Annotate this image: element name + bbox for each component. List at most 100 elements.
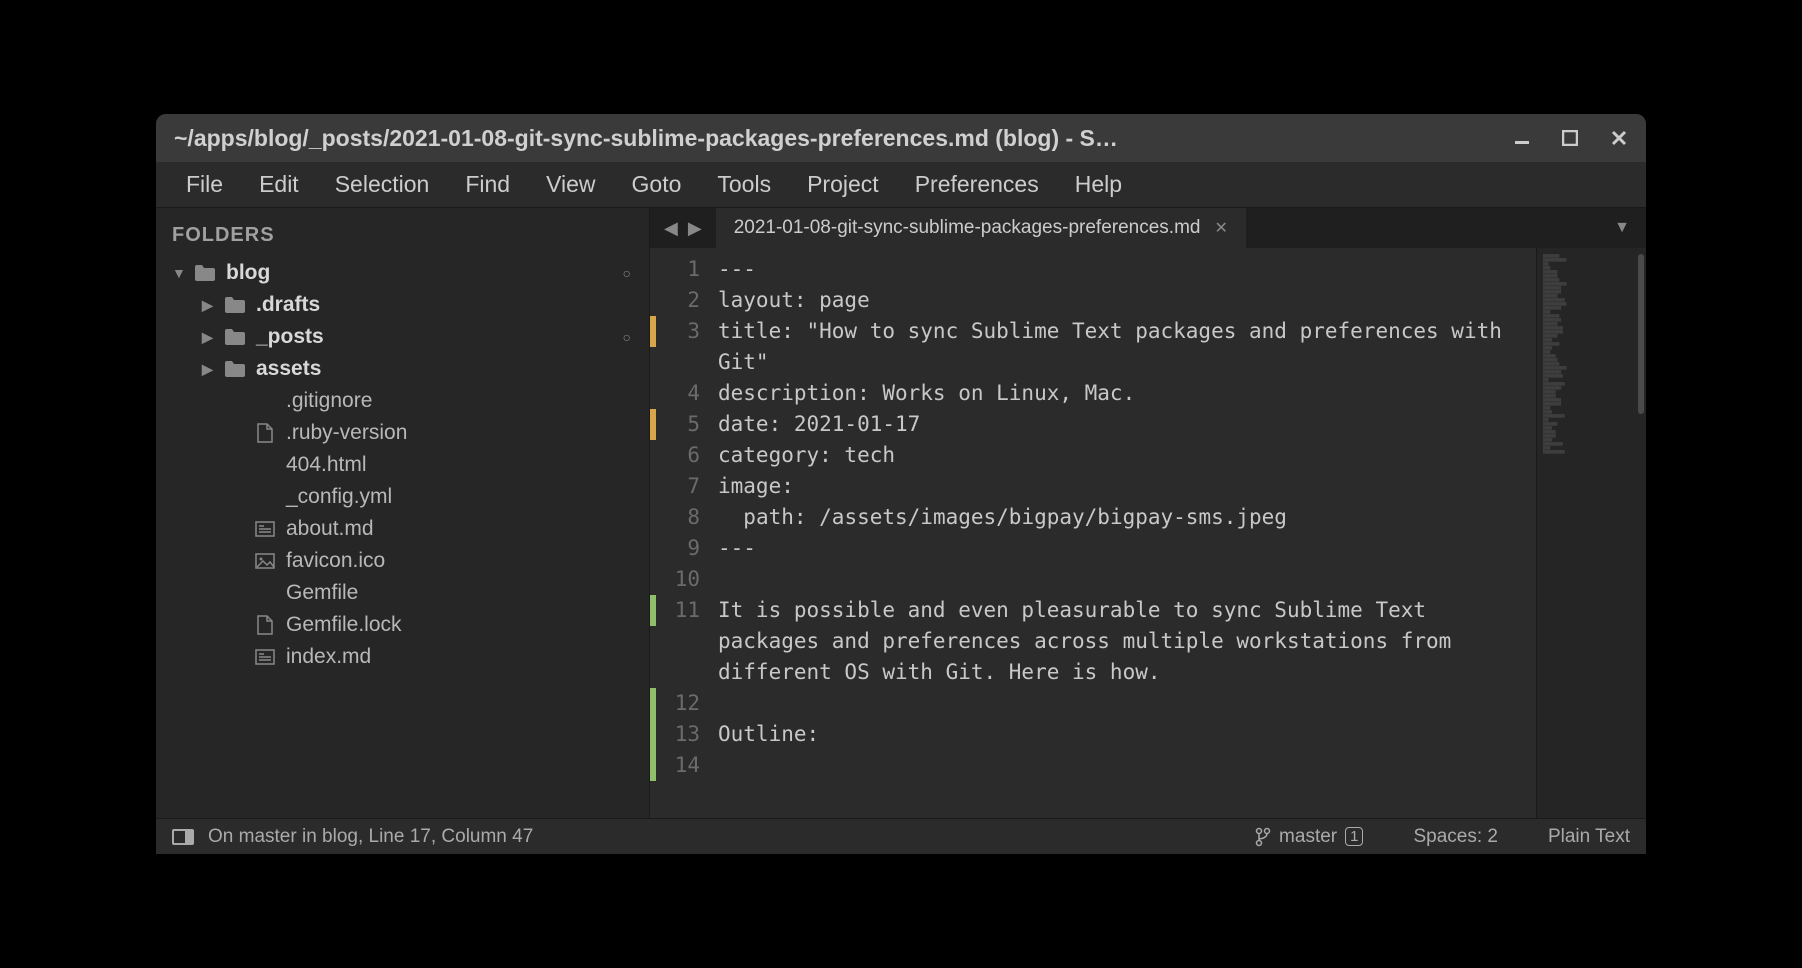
code-line[interactable]: 8 path: /assets/images/bigpay/bigpay-sms… bbox=[650, 502, 1536, 533]
tree-label: index.md bbox=[286, 645, 371, 669]
code-text[interactable]: description: Works on Linux, Mac. bbox=[718, 378, 1536, 409]
code-line[interactable]: 7image: bbox=[650, 471, 1536, 502]
menu-edit[interactable]: Edit bbox=[241, 165, 317, 204]
editor-pane: ◀ ▶ 2021-01-08-git-sync-sublime-packages… bbox=[650, 208, 1646, 818]
tree-folder[interactable]: ▶ assets bbox=[156, 353, 649, 385]
code-text[interactable]: layout: page bbox=[718, 285, 1536, 316]
code-text[interactable]: It is possible and even pleasurable to s… bbox=[718, 595, 1536, 688]
tree-label: assets bbox=[256, 357, 321, 381]
chevron-right-icon[interactable]: ▶ bbox=[202, 361, 214, 378]
menu-tools[interactable]: Tools bbox=[699, 165, 789, 204]
code-text[interactable]: image: bbox=[718, 471, 1536, 502]
code-text[interactable]: date: 2021-01-17 bbox=[718, 409, 1536, 440]
tree-file[interactable]: .gitignore bbox=[156, 385, 649, 417]
none-icon bbox=[254, 392, 276, 410]
code-line[interactable]: 10 bbox=[650, 564, 1536, 595]
chevron-right-icon[interactable]: ▶ bbox=[202, 297, 214, 314]
window-controls bbox=[1514, 129, 1628, 147]
code-text[interactable]: category: tech bbox=[718, 440, 1536, 471]
code-text[interactable]: Outline: bbox=[718, 719, 1536, 750]
panel-toggle-icon[interactable] bbox=[172, 829, 194, 845]
code-text[interactable]: path: /assets/images/bigpay/bigpay-sms.j… bbox=[718, 502, 1536, 533]
file-icon bbox=[254, 424, 276, 442]
none-icon bbox=[254, 456, 276, 474]
tree-file[interactable]: 404.html bbox=[156, 449, 649, 481]
app-window: ~/apps/blog/_posts/2021-01-08-git-sync-s… bbox=[156, 114, 1646, 854]
chevron-down-icon[interactable]: ▼ bbox=[172, 265, 184, 281]
gutter-mark bbox=[650, 688, 660, 719]
menubar: File Edit Selection Find View Goto Tools… bbox=[156, 162, 1646, 208]
titlebar: ~/apps/blog/_posts/2021-01-08-git-sync-s… bbox=[156, 114, 1646, 162]
menu-preferences[interactable]: Preferences bbox=[897, 165, 1057, 204]
chevron-right-icon[interactable]: ▶ bbox=[202, 329, 214, 346]
tab-nav: ◀ ▶ bbox=[650, 208, 716, 248]
minimize-button[interactable] bbox=[1514, 130, 1530, 146]
editor-area: 1---2layout: page3title: "How to sync Su… bbox=[650, 248, 1646, 818]
tab-dropdown-icon[interactable]: ▼ bbox=[1598, 208, 1646, 248]
tab-close-icon[interactable]: ✕ bbox=[1214, 218, 1227, 238]
tree-file[interactable]: favicon.ico bbox=[156, 545, 649, 577]
editor-viewport[interactable]: 1---2layout: page3title: "How to sync Su… bbox=[650, 248, 1536, 818]
code-line[interactable]: 14 bbox=[650, 750, 1536, 781]
tree-label: .ruby-version bbox=[286, 421, 407, 445]
minimap-scrollbar[interactable] bbox=[1638, 254, 1644, 414]
code-text[interactable]: title: "How to sync Sublime Text package… bbox=[718, 316, 1536, 378]
line-number: 11 bbox=[660, 595, 718, 626]
menu-view[interactable]: View bbox=[528, 165, 613, 204]
code-text[interactable]: --- bbox=[718, 254, 1536, 285]
main-body: FOLDERS ▼blog○▶.drafts▶_posts○▶assets.gi… bbox=[156, 208, 1646, 818]
code-line[interactable]: 1--- bbox=[650, 254, 1536, 285]
code-line[interactable]: 6category: tech bbox=[650, 440, 1536, 471]
menu-selection[interactable]: Selection bbox=[317, 165, 448, 204]
tree-file[interactable]: index.md bbox=[156, 641, 649, 673]
menu-project[interactable]: Project bbox=[789, 165, 897, 204]
code-line[interactable]: 11It is possible and even pleasurable to… bbox=[650, 595, 1536, 688]
tab-active[interactable]: 2021-01-08-git-sync-sublime-packages-pre… bbox=[716, 208, 1246, 248]
minimap-preview: █████████ █████████████ ███ ████ ███████… bbox=[1543, 254, 1642, 454]
status-cursor[interactable]: On master in blog, Line 17, Column 47 bbox=[208, 826, 533, 848]
tree-file[interactable]: about.md bbox=[156, 513, 649, 545]
maximize-button[interactable] bbox=[1562, 130, 1578, 146]
code-line[interactable]: 13Outline: bbox=[650, 719, 1536, 750]
code-line[interactable]: 2layout: page bbox=[650, 285, 1536, 316]
line-number: 12 bbox=[660, 688, 718, 719]
status-indent[interactable]: Spaces: 2 bbox=[1413, 826, 1498, 848]
status-syntax[interactable]: Plain Text bbox=[1548, 826, 1630, 848]
tree-file[interactable]: .ruby-version bbox=[156, 417, 649, 449]
folder-icon bbox=[194, 264, 216, 282]
tree-file[interactable]: _config.yml bbox=[156, 481, 649, 513]
menu-file[interactable]: File bbox=[168, 165, 241, 204]
file-icon bbox=[254, 616, 276, 634]
md-icon bbox=[254, 648, 276, 666]
gutter-mark bbox=[650, 719, 660, 750]
folder-icon bbox=[224, 360, 246, 378]
code-line[interactable]: 4description: Works on Linux, Mac. bbox=[650, 378, 1536, 409]
code-line[interactable]: 3title: "How to sync Sublime Text packag… bbox=[650, 316, 1536, 378]
line-number: 6 bbox=[660, 440, 718, 471]
tree-folder[interactable]: ▶_posts○ bbox=[156, 321, 649, 353]
line-number: 5 bbox=[660, 409, 718, 440]
code-text[interactable]: --- bbox=[718, 533, 1536, 564]
menu-find[interactable]: Find bbox=[447, 165, 528, 204]
none-icon bbox=[254, 488, 276, 506]
dirty-count-badge: 1 bbox=[1345, 827, 1363, 846]
menu-help[interactable]: Help bbox=[1057, 165, 1140, 204]
code-line[interactable]: 5date: 2021-01-17 bbox=[650, 409, 1536, 440]
close-button[interactable] bbox=[1610, 129, 1628, 147]
gutter-mark bbox=[650, 750, 660, 781]
tab-prev-icon[interactable]: ◀ bbox=[664, 218, 678, 239]
tree-label: _config.yml bbox=[286, 485, 392, 509]
tab-next-icon[interactable]: ▶ bbox=[688, 218, 702, 239]
code-line[interactable]: 12 bbox=[650, 688, 1536, 719]
line-number: 9 bbox=[660, 533, 718, 564]
tree-file[interactable]: Gemfile bbox=[156, 577, 649, 609]
status-branch[interactable]: master 1 bbox=[1255, 826, 1363, 848]
tree-folder[interactable]: ▼blog○ bbox=[156, 257, 649, 289]
window-title: ~/apps/blog/_posts/2021-01-08-git-sync-s… bbox=[174, 125, 1514, 152]
tree-file[interactable]: Gemfile.lock bbox=[156, 609, 649, 641]
image-icon bbox=[254, 552, 276, 570]
menu-goto[interactable]: Goto bbox=[614, 165, 700, 204]
code-line[interactable]: 9--- bbox=[650, 533, 1536, 564]
minimap[interactable]: █████████ █████████████ ███ ████ ███████… bbox=[1536, 248, 1646, 818]
tree-folder[interactable]: ▶.drafts bbox=[156, 289, 649, 321]
